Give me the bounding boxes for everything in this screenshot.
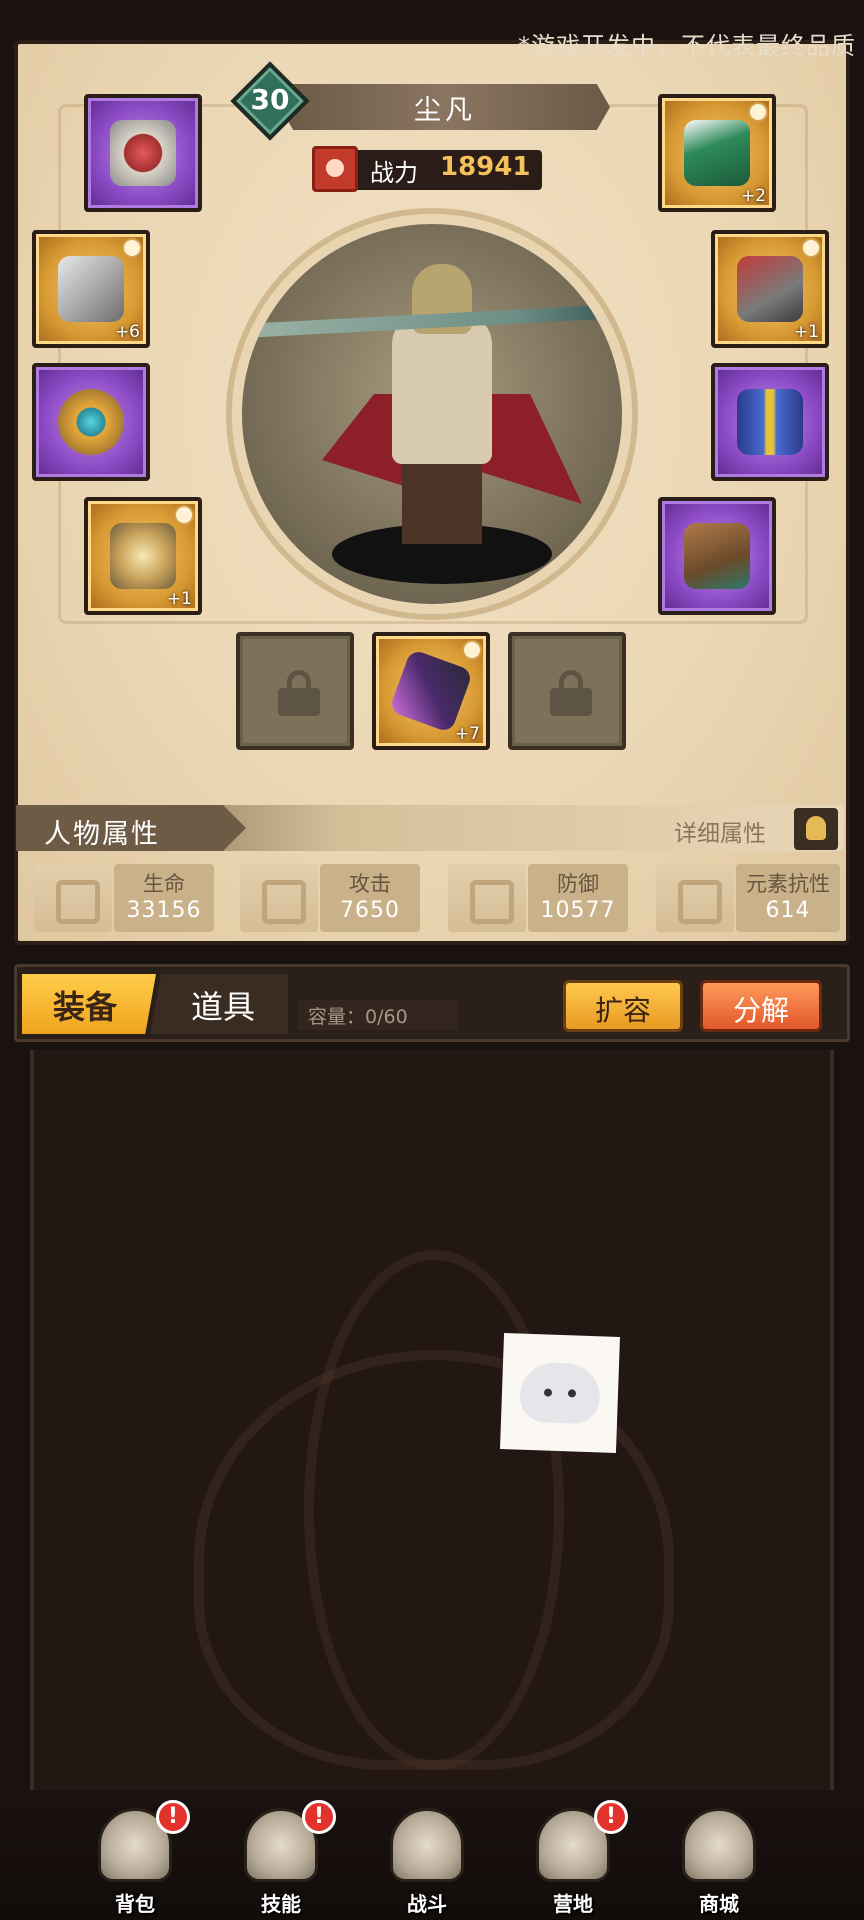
dev-notice: *游戏开发中，不代表最终品质 [518, 32, 856, 60]
equip-slot-belt[interactable] [711, 363, 829, 481]
stat-label: 防御 [557, 872, 599, 896]
upgrade-icon [122, 238, 142, 258]
bracer-icon [58, 256, 124, 322]
hero-portrait[interactable] [232, 214, 632, 614]
nav-camp[interactable]: ! 营地 [518, 1800, 628, 1920]
enhance-level: +2 [740, 186, 766, 206]
hat-icon [684, 120, 750, 186]
equip-slot-hat[interactable]: +2 [658, 94, 776, 212]
lock-icon [278, 670, 320, 716]
enhance-level: +1 [166, 589, 192, 609]
power-value: 18941 [440, 152, 531, 182]
element-icon [656, 864, 734, 932]
equip-slot-bracer[interactable]: +6 [32, 230, 150, 348]
detail-attributes-button[interactable] [794, 808, 838, 850]
empty-state-cat-icon [500, 1333, 620, 1453]
heart-icon [34, 864, 112, 932]
nav-label: 背包 [115, 1892, 155, 1916]
upgrade-icon [174, 505, 194, 525]
inventory-decoration [304, 1250, 564, 1770]
enhance-level: +6 [114, 322, 140, 342]
enhance-level: +7 [454, 724, 480, 744]
dagger-icon [388, 648, 474, 734]
stat-value: 10577 [540, 898, 616, 923]
stat-label: 生命 [143, 872, 185, 896]
nav-battle[interactable]: 战斗 [372, 1800, 482, 1920]
amulet-icon [58, 389, 124, 455]
tab-equipment-label[interactable]: 装备 [22, 982, 148, 1028]
equip-slot-locked-1[interactable] [236, 632, 354, 750]
boots-icon [684, 523, 750, 589]
nav-label: 商城 [699, 1892, 739, 1916]
shield-icon [448, 864, 526, 932]
alert-badge: ! [594, 1800, 628, 1834]
equip-slot-amulet[interactable] [32, 363, 150, 481]
inventory-grid[interactable] [30, 1050, 834, 1810]
hero-level: 30 [250, 83, 290, 116]
alert-badge: ! [156, 1800, 190, 1834]
armor-icon [737, 256, 803, 322]
battle-icon [390, 1808, 464, 1882]
nav-shop[interactable]: 商城 [664, 1800, 774, 1920]
decompose-button[interactable]: 分解 [700, 980, 822, 1032]
capacity-text: 容量：0/60 [298, 1000, 458, 1030]
stat-hp: 生命 33156 [34, 864, 214, 932]
power-label: 战力 [370, 159, 418, 187]
stat-element-resist: 元素抗性 614 [656, 864, 840, 932]
nav-label: 营地 [553, 1892, 593, 1916]
nav-backpack[interactable]: ! 背包 [80, 1800, 190, 1920]
enhance-level: +1 [793, 322, 819, 342]
stat-label: 元素抗性 [746, 872, 830, 896]
stat-defense: 防御 10577 [448, 864, 628, 932]
hero-body [392, 314, 492, 464]
attributes-title: 人物属性 [44, 819, 160, 850]
equip-slot-locked-2[interactable] [508, 632, 626, 750]
nav-skills[interactable]: ! 技能 [226, 1800, 336, 1920]
equip-slot-ring[interactable] [84, 94, 202, 212]
equip-slot-armor[interactable]: +1 [711, 230, 829, 348]
equip-slot-boots[interactable] [658, 497, 776, 615]
nav-label: 战斗 [407, 1892, 447, 1916]
ring-icon [110, 120, 176, 186]
equip-slot-weapon[interactable]: +7 [372, 632, 490, 750]
stat-attack: 攻击 7650 [240, 864, 420, 932]
detail-attributes-link[interactable]: 详细属性 [674, 814, 766, 848]
expand-button[interactable]: 扩容 [563, 980, 683, 1032]
stat-value: 7650 [340, 898, 400, 923]
hero-legs [402, 454, 482, 544]
belt-icon [737, 389, 803, 455]
upgrade-icon [462, 640, 482, 660]
equip-slot-emblem[interactable]: +1 [84, 497, 202, 615]
tab-items-label[interactable]: 道具 [160, 982, 286, 1028]
sword-icon [240, 864, 318, 932]
lock-icon [550, 670, 592, 716]
hero-name: 尘凡 [414, 95, 476, 126]
stat-value: 33156 [126, 898, 202, 923]
stat-label: 攻击 [349, 872, 391, 896]
power-icon [312, 146, 358, 192]
shop-icon [682, 1808, 756, 1882]
alert-badge: ! [302, 1800, 336, 1834]
upgrade-icon [801, 238, 821, 258]
emblem-icon [110, 523, 176, 589]
upgrade-icon [748, 102, 768, 122]
nav-label: 技能 [261, 1892, 301, 1916]
stat-value: 614 [765, 898, 811, 923]
